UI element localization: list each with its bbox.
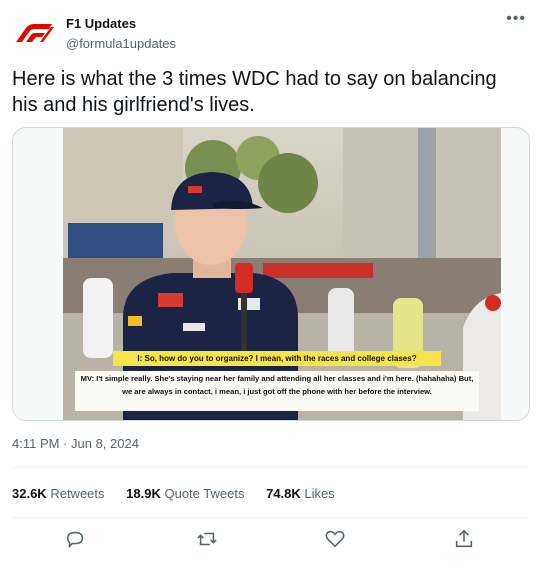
divider — [12, 517, 528, 518]
account-handle[interactable]: @formula1updates — [66, 36, 176, 51]
retweets-count: 32.6K — [12, 486, 47, 501]
quotes-count: 18.9K — [126, 486, 161, 501]
action-bar — [12, 528, 528, 552]
ellipsis-icon[interactable]: ••• — [506, 10, 526, 28]
f1-logo[interactable] — [12, 22, 54, 44]
retweets-label: Retweets — [50, 486, 105, 501]
like-icon[interactable] — [324, 528, 348, 552]
interview-answer-caption: MV: I't simple really. She's staying nea… — [75, 371, 479, 411]
retweets-stat[interactable]: 32.6K Retweets — [12, 486, 105, 501]
quote-tweets-stat[interactable]: 18.9K Quote Tweets — [126, 486, 244, 501]
retweet-icon[interactable] — [195, 528, 219, 552]
share-icon[interactable] — [453, 528, 477, 552]
reply-icon[interactable] — [64, 528, 88, 552]
likes-label: Likes — [304, 486, 335, 501]
tweet-image[interactable]: I: So, how do you to organize? I mean, w… — [12, 127, 530, 421]
interview-question-caption: I: So, how do you to organize? I mean, w… — [113, 351, 441, 366]
divider — [12, 467, 528, 468]
quotes-label: Quote Tweets — [164, 486, 245, 501]
likes-count: 74.8K — [266, 486, 301, 501]
tweet-text: Here is what the 3 times WDC had to say … — [12, 68, 497, 116]
tweet-header: F1 Updates @formula1updates ••• — [12, 10, 528, 56]
likes-stat[interactable]: 74.8K Likes — [266, 486, 335, 501]
account-name[interactable]: F1 Updates — [66, 16, 136, 31]
tweet-timestamp[interactable]: 4:11 PM · Jun 8, 2024 — [12, 436, 139, 451]
engagement-stats: 32.6K Retweets 18.9K Quote Tweets 74.8K … — [12, 486, 353, 501]
